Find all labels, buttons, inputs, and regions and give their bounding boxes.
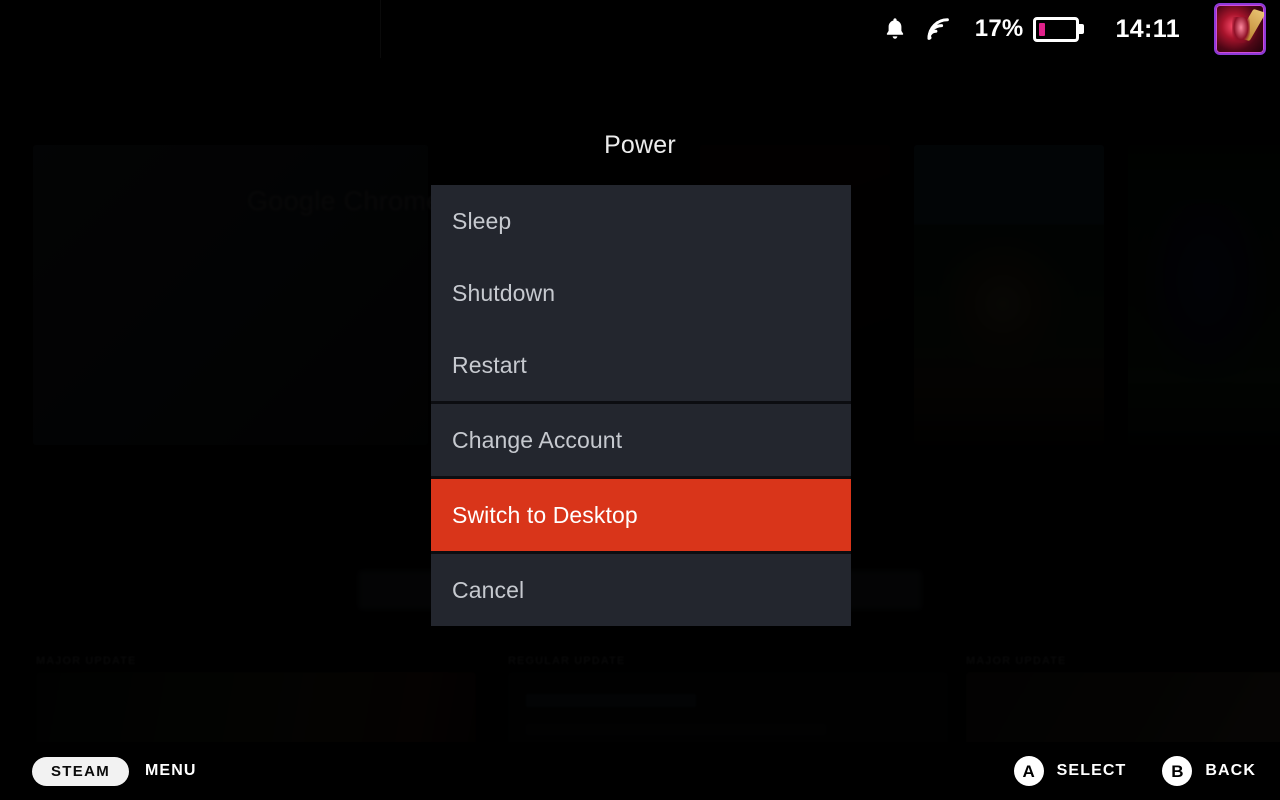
footer-bar: STEAM MENU A SELECT B BACK xyxy=(0,742,1280,800)
steam-deck-screen: Google Chrome MAJOR UPDATE REGULAR UPDAT… xyxy=(0,0,1280,800)
menu-label: MENU xyxy=(145,762,197,779)
status-bar: 17% 14:11 xyxy=(0,0,1280,58)
footer-left-group: STEAM MENU xyxy=(32,756,197,786)
battery-indicator[interactable]: 17% xyxy=(975,15,1080,43)
avatar[interactable] xyxy=(1214,3,1266,55)
menu-item-sleep[interactable]: Sleep xyxy=(431,185,851,257)
steam-button[interactable]: STEAM xyxy=(32,756,129,786)
a-button-icon: A xyxy=(1013,756,1044,786)
menu-item-restart[interactable]: Restart xyxy=(431,329,851,401)
bell-icon[interactable] xyxy=(873,9,917,49)
power-menu-group: Change Account xyxy=(431,404,851,476)
power-menu-group: Switch to Desktop xyxy=(431,479,851,551)
battery-percent-label: 17% xyxy=(974,15,1024,42)
power-menu-group: Sleep Shutdown Restart xyxy=(431,185,851,401)
hint-select-label: SELECT xyxy=(1056,762,1127,779)
page-title: Power xyxy=(604,131,676,159)
footer-hints: A SELECT B BACK xyxy=(1013,756,1256,786)
hint-select[interactable]: A SELECT xyxy=(1013,756,1127,786)
menu-item-switch-to-desktop[interactable]: Switch to Desktop xyxy=(431,479,851,551)
hint-back-label: BACK xyxy=(1205,762,1256,779)
battery-fill xyxy=(1039,22,1046,36)
status-bar-divider xyxy=(380,0,381,58)
b-button-icon: B xyxy=(1162,756,1193,786)
clock: 14:11 xyxy=(1115,14,1180,43)
menu-item-cancel[interactable]: Cancel xyxy=(431,554,851,626)
power-menu-group: Cancel xyxy=(431,554,851,626)
menu-item-shutdown[interactable]: Shutdown xyxy=(431,257,851,329)
battery-icon xyxy=(1033,16,1080,42)
power-menu: Sleep Shutdown Restart Change Account Sw… xyxy=(431,185,851,626)
hint-back[interactable]: B BACK xyxy=(1162,756,1256,786)
menu-item-change-account[interactable]: Change Account xyxy=(431,404,851,476)
wifi-icon[interactable] xyxy=(917,9,961,49)
